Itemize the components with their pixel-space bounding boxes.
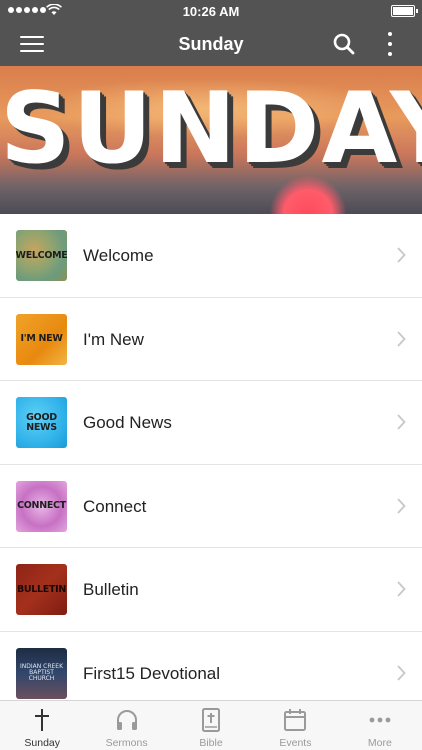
list-item-label: I'm New [83,329,144,349]
tab-label: Sermons [105,737,148,749]
list-item-im-new[interactable]: I'M NEW I'm New [0,297,422,381]
sunday-banner: SUNDAY [0,66,422,214]
list-item-label: Good News [83,413,172,432]
chevron-right-icon [397,664,406,681]
chevron-right-icon [397,330,406,347]
list-item-good-news[interactable]: GOOD NEWS Good News [0,381,422,465]
tab-label: Sunday [24,737,61,749]
list-item-label: Welcome [83,246,154,265]
list-item-label: Bulletin [83,580,139,599]
tab-label: Bible [199,737,223,749]
chevron-right-icon [397,247,406,263]
bible-icon [202,708,221,732]
tab-sermons[interactable]: Sermons [84,701,168,750]
tab-label: Events [279,737,312,749]
chevron-right-icon [397,497,406,514]
tab-sunday[interactable]: Sunday [0,701,84,750]
bottom-tab-bar: Sunday Sermons Bible Events More [0,700,422,750]
list-item-label: Connect [83,496,147,516]
more-dots-icon [369,717,391,723]
content-list: WELCOME Welcome I'M NEW I'm New GOOD NEW… [0,214,422,715]
list-item-label: First15 Devotional [83,663,221,683]
battery-icon [391,5,418,17]
bulletin-thumbnail: BULLETIN [16,564,67,615]
nav-bar: Sunday [0,22,422,66]
banner-title: SUNDAY [0,72,422,186]
good-news-thumbnail: GOOD NEWS [16,397,67,448]
chevron-right-icon [397,414,406,430]
list-item-welcome[interactable]: WELCOME Welcome [0,214,422,298]
list-item-bulletin[interactable]: BULLETIN Bulletin [0,548,422,632]
calendar-icon [284,709,307,731]
chevron-right-icon [397,581,406,597]
headphones-icon [116,710,137,730]
status-time: 10:26 AM [182,4,240,19]
tab-more[interactable]: More [338,701,422,750]
tab-label: More [367,737,392,749]
welcome-thumbnail: WELCOME [16,230,67,281]
page-title: Sunday [178,34,244,54]
search-icon[interactable] [332,32,356,56]
status-bar: 10:26 AM [0,0,422,22]
im-new-thumbnail: I'M NEW [16,313,67,365]
tab-events[interactable]: Events [253,701,337,750]
first15-thumbnail: INDIAN CREEK BAPTIST CHURCH [16,647,67,699]
cross-icon [35,709,50,731]
connect-thumbnail: CONNECT [16,480,67,532]
tab-bible[interactable]: Bible [169,701,253,750]
list-item-connect[interactable]: CONNECT Connect [0,464,422,548]
more-options-icon[interactable] [382,32,398,56]
